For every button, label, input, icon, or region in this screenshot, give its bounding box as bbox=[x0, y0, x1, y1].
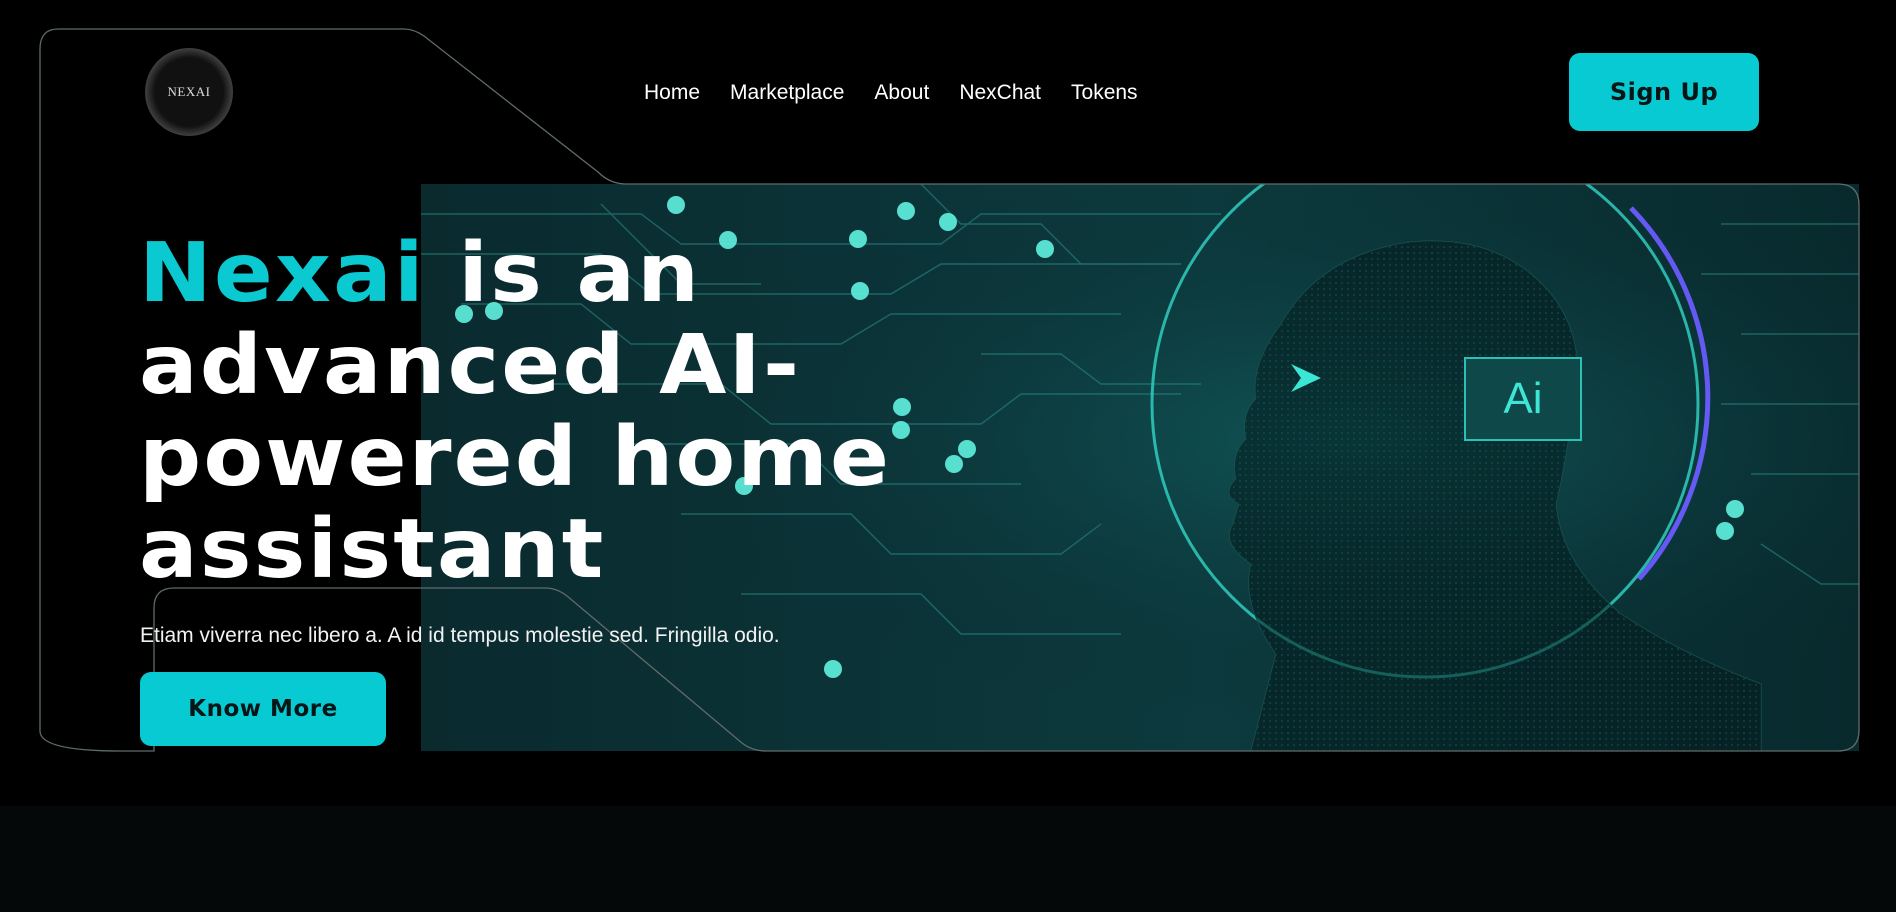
hero-subtitle: Etiam viverra nec libero a. A id id temp… bbox=[140, 624, 780, 647]
nav-item-tokens[interactable]: Tokens bbox=[1071, 78, 1138, 108]
nexai-logo[interactable]: NEXAI bbox=[145, 48, 233, 136]
nav-item-about[interactable]: About bbox=[874, 78, 929, 108]
main-nav: Home Marketplace About NexChat Tokens bbox=[644, 78, 1168, 108]
nav-item-home[interactable]: Home bbox=[644, 78, 700, 108]
nav-item-marketplace[interactable]: Marketplace bbox=[730, 78, 844, 108]
nav-item-nexchat[interactable]: NexChat bbox=[959, 78, 1041, 108]
hero-headline: Nexai is an advanced AI- powered home as… bbox=[139, 228, 987, 596]
headline-line-1-rest: is an bbox=[425, 226, 702, 321]
headline-line-4: assistant bbox=[139, 502, 606, 597]
headline-line-2: advanced AI- bbox=[139, 318, 802, 413]
headline-brand: Nexai bbox=[139, 226, 426, 321]
logo-text: NEXAI bbox=[167, 84, 211, 99]
know-more-button[interactable]: Know More bbox=[140, 672, 386, 746]
sign-up-button[interactable]: Sign Up bbox=[1569, 53, 1759, 131]
headline-line-3: powered home bbox=[139, 410, 892, 505]
